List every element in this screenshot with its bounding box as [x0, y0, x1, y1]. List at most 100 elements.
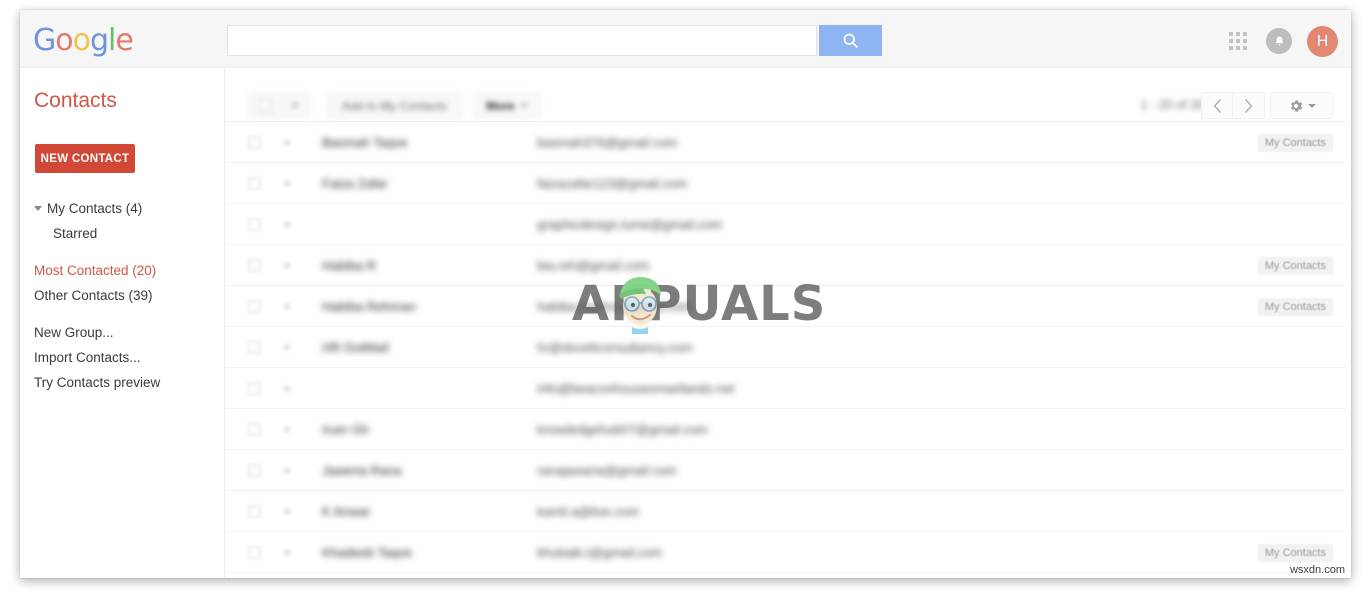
star-icon[interactable]: ★: [280, 299, 294, 313]
contact-email: faizazafar123@gmail.com: [537, 175, 688, 191]
row-checkbox[interactable]: [248, 381, 261, 395]
logo-letter-l: l: [108, 23, 116, 58]
contact-email: ranajawaria@gmail.com: [537, 462, 677, 478]
contact-name: Irum Gh: [322, 421, 369, 437]
row-checkbox[interactable]: [248, 258, 261, 272]
contact-name: Basmah Taqve: [322, 134, 408, 150]
sidebar-nav: My Contacts (4) Starred Most Contacted (…: [20, 196, 225, 395]
previous-page-button[interactable]: [1201, 92, 1233, 119]
star-icon[interactable]: ★: [280, 217, 294, 231]
row-checkbox[interactable]: [248, 176, 261, 190]
sidebar-item-other-contacts[interactable]: Other Contacts (39): [20, 283, 225, 308]
new-contact-button[interactable]: NEW CONTACT: [35, 144, 135, 173]
contact-name: Faiza Zafar: [322, 175, 388, 191]
sidebar-item-import-contacts[interactable]: Import Contacts...: [20, 345, 225, 370]
scroll-gutter[interactable]: [1346, 68, 1351, 578]
chevron-down-icon: [519, 103, 528, 108]
google-logo: Google: [33, 23, 134, 58]
star-icon[interactable]: ★: [280, 381, 294, 395]
row-checkbox[interactable]: [248, 545, 261, 559]
table-row[interactable]: ★ graphicdesign.lume@gmail.com: [225, 204, 1351, 245]
star-icon[interactable]: ★: [280, 258, 294, 272]
chevron-right-icon: [1245, 98, 1253, 113]
select-all-checkbox[interactable]: [258, 99, 272, 112]
sidebar-item-starred[interactable]: Starred: [20, 221, 225, 246]
star-icon[interactable]: ★: [280, 504, 294, 518]
star-icon[interactable]: ★: [280, 340, 294, 354]
select-all-control[interactable]: [248, 92, 310, 119]
row-checkbox[interactable]: [248, 299, 261, 313]
star-icon[interactable]: ★: [280, 135, 294, 149]
search-input[interactable]: [227, 25, 817, 56]
next-page-button[interactable]: [1233, 92, 1265, 119]
more-label: More: [486, 98, 515, 113]
main-panel: Add to My Contacts More 1 - 20 of 20 ★ B…: [225, 68, 1351, 578]
contact-email: basmah376@gmail.com: [537, 134, 678, 150]
row-checkbox[interactable]: [248, 217, 261, 231]
contact-name: Khadeeb Taqve: [322, 544, 413, 560]
badge-cell: My Contacts: [1257, 133, 1333, 152]
sidebar-item-label: New Group...: [34, 325, 114, 340]
sidebar-item-label: My Contacts (4): [47, 201, 143, 216]
settings-button[interactable]: [1270, 92, 1333, 119]
sidebar-item-label: Starred: [53, 226, 98, 241]
contact-name: K Anwar: [322, 503, 371, 519]
sidebar-item-label: Other Contacts (39): [34, 288, 153, 303]
apps-dot: [1229, 39, 1233, 43]
corner-note: wsxdn.com: [1287, 564, 1347, 576]
search-area: [227, 25, 882, 56]
row-checkbox[interactable]: [248, 135, 261, 149]
table-row[interactable]: ★ Khadeeb Taqve khubaib.t@gmail.com My C…: [225, 532, 1351, 573]
contact-name: Habiba Rehman: [322, 298, 416, 314]
logo-letter-g: g: [89, 23, 109, 58]
table-row[interactable]: ★ HR DotMail hr@doveltconsultancy.com: [225, 327, 1351, 368]
contact-name: HR DotMail: [322, 339, 389, 355]
more-button[interactable]: More: [473, 92, 541, 119]
sidebar-item-most-contacted[interactable]: Most Contacted (20): [20, 258, 225, 283]
table-row[interactable]: ★ Habiba Rehman habiba.bushra@gmail.com …: [225, 286, 1351, 327]
apps-grid-icon[interactable]: [1229, 32, 1247, 50]
sidebar-item-label: Import Contacts...: [34, 350, 141, 365]
avatar[interactable]: H: [1307, 26, 1338, 57]
add-to-my-contacts-button[interactable]: Add to My Contacts: [326, 92, 463, 119]
sidebar-item-my-contacts[interactable]: My Contacts (4): [20, 196, 225, 221]
table-row[interactable]: ★ Faiza Zafar faizazafar123@gmail.com: [225, 163, 1351, 204]
chevron-down-icon[interactable]: [291, 103, 300, 108]
sidebar-item-label: Most Contacted (20): [34, 263, 157, 278]
contact-email: info@beaconhousesmartlands.net: [537, 380, 735, 396]
apps-dot: [1236, 39, 1240, 43]
table-row[interactable]: ★ info@beaconhousesmartlands.net: [225, 368, 1351, 409]
table-row[interactable]: ★ Habiba R bia.reh@gmail.com My Contacts: [225, 245, 1351, 286]
star-icon[interactable]: ★: [280, 463, 294, 477]
status-badge: My Contacts: [1257, 544, 1333, 562]
search-button[interactable]: [819, 25, 882, 56]
bell-icon: [1275, 36, 1283, 45]
chevron-down-icon: [1307, 103, 1316, 108]
notifications-button[interactable]: [1266, 28, 1292, 54]
status-badge: My Contacts: [1257, 298, 1333, 316]
badge-cell: My Contacts: [1257, 256, 1333, 275]
contact-name: Habiba R: [322, 257, 377, 273]
sidebar-item-try-contacts-preview[interactable]: Try Contacts preview: [20, 370, 225, 395]
logo-letter-o2: o: [72, 23, 91, 58]
row-checkbox[interactable]: [248, 422, 261, 436]
sidebar-item-new-group[interactable]: New Group...: [20, 320, 225, 345]
table-row[interactable]: ★ Basmah Taqve basmah376@gmail.com My Co…: [225, 122, 1351, 163]
row-checkbox[interactable]: [248, 340, 261, 354]
contacts-list: ★ Basmah Taqve basmah376@gmail.com My Co…: [225, 122, 1351, 578]
star-icon[interactable]: ★: [280, 545, 294, 559]
star-icon[interactable]: ★: [280, 176, 294, 190]
search-icon: [843, 33, 858, 48]
apps-dot: [1229, 32, 1233, 36]
apps-dot: [1243, 46, 1247, 50]
star-icon[interactable]: ★: [280, 422, 294, 436]
row-checkbox[interactable]: [248, 463, 261, 477]
table-row[interactable]: ★ Jaweria Rana ranajawaria@gmail.com: [225, 450, 1351, 491]
add-to-my-contacts-label: Add to My Contacts: [342, 98, 447, 113]
chevron-down-icon: [34, 206, 42, 211]
table-row[interactable]: ★ Irum Gh knowledgehub07@gmail.com: [225, 409, 1351, 450]
contact-email: bia.reh@gmail.com: [537, 257, 650, 273]
row-checkbox[interactable]: [248, 504, 261, 518]
table-row[interactable]: ★ K Anwar kamil.a@live.com: [225, 491, 1351, 532]
contact-email: khubaib.t@gmail.com: [537, 544, 663, 560]
